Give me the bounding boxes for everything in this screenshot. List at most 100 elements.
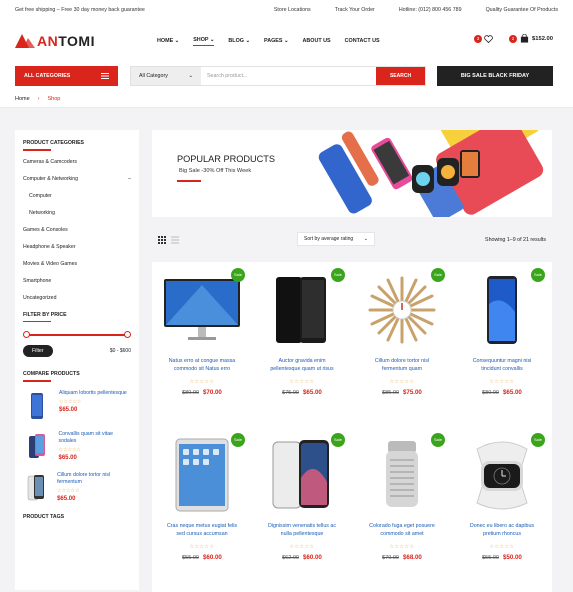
chevron-down-icon: ⌄ (363, 236, 368, 242)
product-name[interactable]: Cillum dolore tortor nisl fermentum quam (352, 358, 452, 373)
heart-icon (484, 34, 493, 43)
main-content: POPULAR PRODUCTS Big Sale -30% Off This … (152, 130, 552, 592)
category-label: Cameras & Camcoders (23, 158, 77, 165)
compare-name[interactable]: Cillum dolore tortor nisl fermentum (57, 472, 131, 486)
product-name[interactable]: Donec eu libero ac dapibus pretium rhonc… (452, 523, 552, 538)
search-button[interactable]: SEARCH (376, 67, 425, 85)
big-sale-button[interactable]: BIG SALE BLACK FRIDAY (437, 66, 553, 86)
product-name[interactable]: Natus erro at congue massa commodo sit N… (152, 358, 252, 373)
compare-item[interactable]: Cillum dolore tortor nisl fermentum ☆☆☆☆☆… (23, 472, 131, 504)
banner-title: POPULAR PRODUCTS (177, 154, 276, 164)
compare-heading: COMPARE PRODUCTS (23, 371, 80, 377)
cart-total: $152.00 (532, 35, 553, 42)
phone-blue-icon (23, 390, 51, 422)
category-item[interactable]: Uncategorized (23, 295, 131, 301)
product-card[interactable]: Sale Cillum dolore tortor nisl fermentum… (352, 262, 452, 427)
search-input[interactable]: Search product... (201, 67, 376, 85)
categories-heading: PRODUCT CATEGORIES (23, 140, 85, 146)
wishlist-count-badge: 3 (474, 34, 483, 43)
product-name[interactable]: Cras neque metus eugiat felis sed cursus… (152, 523, 252, 538)
old-price: $75.00 (282, 390, 299, 396)
rating-stars-icon: ☆☆☆☆☆ (289, 379, 315, 385)
nav-shop-label: SHOP (193, 36, 209, 43)
category-select[interactable]: All Category ⌄ (131, 67, 201, 85)
category-item[interactable]: Games & Consoles (23, 227, 131, 233)
price-slider[interactable] (23, 330, 131, 340)
old-price: $80.00 (182, 390, 199, 396)
product-name[interactable]: Colorado fuga eget posuere commodo sit a… (352, 523, 452, 538)
grid-view-icon[interactable] (158, 236, 166, 244)
product-card[interactable]: Sale Consequuntur magni nisi tincidunt c… (452, 262, 552, 427)
product-card[interactable]: Sale Natus erro at congue massa commodo … (152, 262, 252, 427)
filter-button[interactable]: Filter (23, 345, 53, 357)
category-label: Computer (29, 192, 52, 199)
heading-underline (23, 320, 51, 322)
category-item[interactable]: Smartphone (23, 278, 131, 284)
promo-banner[interactable]: POPULAR PRODUCTS Big Sale -30% Off This … (152, 130, 552, 217)
wishlist-button[interactable]: 3 (474, 34, 493, 43)
header-icons: 3 2 $152.00 (474, 34, 553, 43)
category-item[interactable]: Cameras & Camcoders (23, 159, 131, 165)
category-item[interactable]: Networking (23, 210, 131, 216)
product-card[interactable]: Sale Cras neque metus eugiat felis sed c… (152, 427, 252, 592)
price-slider-track (27, 334, 127, 336)
sort-select[interactable]: Sort by average rating ⌄ (297, 232, 375, 246)
nav-home-label: HOME (157, 38, 174, 44)
nav-about[interactable]: ABOUT US (303, 38, 331, 44)
old-price: $70.00 (382, 555, 399, 561)
all-categories-label: ALL CATEGORIES (24, 73, 71, 79)
list-view-icon[interactable] (171, 236, 179, 244)
track-order-link[interactable]: Track Your Order (335, 7, 375, 13)
nav-pages[interactable]: PAGES ⌄ (264, 38, 289, 44)
store-locations-link[interactable]: Store Locations (274, 7, 311, 13)
rating-stars-icon: ☆☆☆☆☆ (59, 398, 82, 405)
category-item[interactable]: Movies & Video Games (23, 261, 131, 267)
heading-underline (23, 149, 51, 151)
category-label: Uncategorized (23, 294, 57, 301)
category-item[interactable]: Headphone & Speaker (23, 244, 131, 250)
nav-contact[interactable]: CONTACT US (345, 38, 380, 44)
rating-stars-icon: ☆☆☆☆☆ (189, 379, 215, 385)
category-label: Headphone & Speaker (23, 243, 76, 250)
nav-home[interactable]: HOME ⌄ (157, 38, 179, 44)
shop-toolbar: Sort by average rating ⌄ Showing 1–9 of 2… (152, 230, 552, 250)
chevron-down-icon: ⌄ (188, 73, 193, 79)
all-categories-button[interactable]: ALL CATEGORIES (15, 66, 118, 86)
compare-item[interactable]: Aliquam lobortis pellentesque ☆☆☆☆☆ $65.00 (23, 390, 131, 422)
category-item[interactable]: Computer (23, 193, 131, 199)
product-name[interactable]: Consequuntur magni nisi tincidunt conval… (452, 358, 552, 373)
product-card[interactable]: Sale Auctor gravida enim pellentesque qu… (252, 262, 352, 427)
category-label: Computer & Networking (23, 175, 79, 182)
category-item[interactable]: Computer & Networking – (23, 176, 131, 182)
nav-blog-label: BLOG (228, 38, 244, 44)
product-name[interactable]: Auctor gravida enim pellentesque quam ut… (252, 358, 352, 373)
phone-colorful-icon (23, 431, 51, 463)
old-price: $62.00 (282, 555, 299, 561)
logo-mark-icon (15, 34, 35, 48)
sale-badge: Sale (331, 268, 345, 282)
minus-icon[interactable]: – (128, 176, 131, 182)
price-slider-max-handle[interactable] (124, 331, 131, 338)
category-label: Movies & Video Games (23, 260, 78, 267)
sale-price: $65.00 (502, 389, 522, 396)
search-row: ALL CATEGORIES All Category ⌄ Search prod… (0, 62, 573, 90)
compare-item[interactable]: Convallis quam sit vitae sodales ☆☆☆☆☆ $65… (23, 431, 131, 463)
compare-name[interactable]: Convallis quam sit vitae sodales (59, 431, 132, 445)
product-name[interactable]: Dignissim venenatis tellus ac nulla pell… (252, 523, 352, 538)
product-card[interactable]: Sale Donec eu libero ac dapibus pretium … (452, 427, 552, 592)
product-card[interactable]: Sale Colorado fuga eget posuere commodo … (352, 427, 452, 592)
bag-icon (520, 34, 529, 43)
breadcrumb-home[interactable]: Home (15, 96, 30, 102)
nav-shop[interactable]: SHOP ⌄ (193, 36, 215, 46)
sale-price: $70.00 (202, 389, 222, 396)
hotline-link[interactable]: Hotline: (012) 800 456 789 (399, 7, 462, 13)
nav-blog[interactable]: BLOG ⌄ (228, 38, 250, 44)
quality-guarantee-link[interactable]: Quality Guarantee Of Products (486, 7, 558, 13)
cart-button[interactable]: 2 $152.00 (509, 34, 553, 43)
sort-select-value: Sort by average rating (304, 236, 354, 242)
price-slider-min-handle[interactable] (23, 331, 30, 338)
rating-stars-icon: ☆☆☆☆☆ (289, 544, 315, 550)
compare-name[interactable]: Aliquam lobortis pellentesque (59, 390, 127, 397)
product-card[interactable]: Sale Dignissim venenatis tellus ac nulla… (252, 427, 352, 592)
logo[interactable]: AN TOMI (15, 33, 95, 49)
